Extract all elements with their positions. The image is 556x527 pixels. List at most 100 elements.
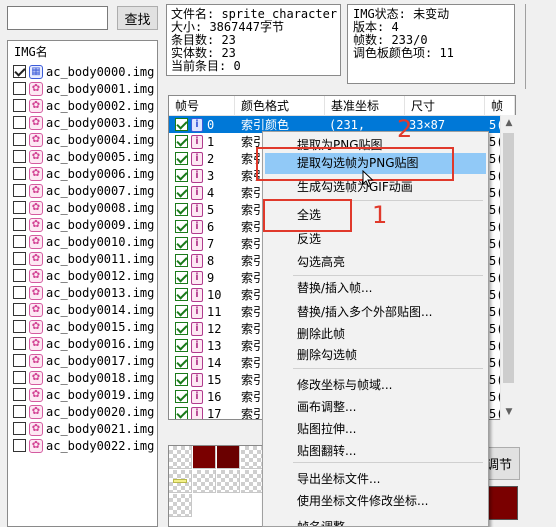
img-list-item[interactable]: ✿ ac_body0005.img [8,148,157,165]
img-list-item[interactable]: ✿ ac_body0021.img [8,420,157,437]
frame-checkbox[interactable] [175,169,188,182]
img-list-item[interactable]: ✿ ac_body0009.img [8,216,157,233]
img-list-item[interactable]: ✿ ac_body0014.img [8,301,157,318]
scroll-down-arrow-icon[interactable]: ▼ [501,404,517,420]
frame-checkbox[interactable] [175,288,188,301]
img-list-item[interactable]: ✿ ac_body0011.img [8,250,157,267]
frame-checkbox[interactable] [175,271,188,284]
img-list-item[interactable]: ✿ ac_body0019.img [8,386,157,403]
img-checkbox[interactable] [13,303,26,316]
frame-checkbox[interactable] [175,118,188,131]
img-checkbox[interactable] [13,201,26,214]
palette-cell[interactable] [241,470,262,493]
img-list[interactable]: IMG名 ▦ ac_body0000.img ✿ ac_body0001.img ✿ ac… [7,40,158,527]
img-checkbox[interactable] [13,388,26,401]
img-list-item[interactable]: ✿ ac_body0015.img [8,318,157,335]
img-list-item[interactable]: ✿ ac_body0010.img [8,233,157,250]
frame-checkbox[interactable] [175,373,188,386]
img-checkbox[interactable] [13,269,26,282]
menu-item[interactable]: 画布调整... [265,397,486,418]
img-list-item[interactable]: ✿ ac_body0002.img [8,97,157,114]
img-checkbox[interactable] [13,422,26,435]
img-list-item[interactable]: ✿ ac_body0008.img [8,199,157,216]
col-frame[interactable]: 帧 [485,96,515,116]
frame-checkbox[interactable] [175,203,188,216]
img-list-item[interactable]: ✿ ac_body0012.img [8,267,157,284]
menu-item[interactable]: 删除此帧 [265,324,486,345]
menu-item[interactable]: 导出坐标文件... [265,469,486,490]
menu-item[interactable]: 修改坐标与帧域... [265,375,486,396]
img-checkbox[interactable] [13,235,26,248]
img-list-item[interactable]: ✿ ac_body0018.img [8,369,157,386]
menu-item[interactable]: 勾选高亮 [265,252,486,273]
scroll-up-arrow-icon[interactable]: ▲ [501,115,517,131]
img-checkbox[interactable] [13,252,26,265]
frame-checkbox[interactable] [175,407,188,419]
menu-item[interactable]: 帧名调整 [265,517,486,526]
img-checkbox[interactable] [13,371,26,384]
frame-table-scrollbar[interactable]: ▲ ▼ [500,115,516,420]
col-frame-number[interactable]: 帧号 [169,96,235,116]
frame-checkbox[interactable] [175,322,188,335]
palette-cell[interactable] [169,494,192,517]
menu-item[interactable]: 替换/插入帧... [265,278,486,299]
img-list-item[interactable]: ✿ ac_body0016.img [8,335,157,352]
img-checkbox[interactable] [13,99,26,112]
palette-cell[interactable] [241,446,262,469]
palette-cell[interactable] [217,446,240,469]
frame-checkbox[interactable] [175,237,188,250]
frame-checkbox[interactable] [175,152,188,165]
palette-cell[interactable] [193,470,216,493]
img-checkbox[interactable] [13,150,26,163]
menu-item[interactable]: 贴图拉伸... [265,419,486,440]
palette-grid[interactable] [168,445,263,527]
palette-cell[interactable] [169,446,192,469]
img-list-item[interactable]: ✿ ac_body0013.img [8,284,157,301]
search-button[interactable]: 查找 [117,6,158,30]
frame-checkbox[interactable] [175,135,188,148]
img-list-item[interactable]: ✿ ac_body0003.img [8,114,157,131]
img-list-item[interactable]: ✿ ac_body0004.img [8,131,157,148]
img-checkbox[interactable] [13,439,26,452]
frame-checkbox[interactable] [175,305,188,318]
img-list-item[interactable]: ✿ ac_body0007.img [8,182,157,199]
scroll-thumb[interactable] [503,133,514,383]
img-list-item[interactable]: ✿ ac_body0022.img [8,437,157,454]
frame-checkbox[interactable] [175,254,188,267]
img-checkbox[interactable] [13,133,26,146]
menu-item[interactable]: 反选 [265,229,486,250]
img-checkbox[interactable] [13,184,26,197]
search-input[interactable] [7,6,108,30]
menu-item[interactable]: 替换/插入多个外部贴图... [265,302,486,323]
img-checkbox[interactable] [13,354,26,367]
menu-item[interactable]: 使用坐标文件修改坐标... [265,491,486,512]
img-checkbox[interactable] [13,337,26,350]
palette-cell[interactable] [217,470,240,493]
frame-checkbox[interactable] [175,356,188,369]
img-checkbox[interactable] [13,116,26,129]
frame-checkbox[interactable] [175,390,188,403]
col-size[interactable]: 尺寸 [405,96,485,116]
img-checkbox[interactable] [13,167,26,180]
col-color-format[interactable]: 颜色格式 [235,96,325,116]
img-checkbox[interactable] [13,320,26,333]
img-checkbox[interactable] [13,405,26,418]
img-checkbox[interactable] [13,65,26,78]
frame-checkbox[interactable] [175,339,188,352]
palette-cell[interactable] [169,470,192,493]
menu-item[interactable]: 删除勾选帧 [265,345,486,366]
img-list-item[interactable]: ✿ ac_body0006.img [8,165,157,182]
frame-checkbox[interactable] [175,220,188,233]
frame-checkbox[interactable] [175,186,188,199]
menu-item[interactable]: 贴图翻转... [265,441,486,462]
col-base-coord[interactable]: 基准坐标 [325,96,405,116]
palette-count-line: 调色板颜色项: 11 [353,46,454,60]
img-list-item[interactable]: ✿ ac_body0001.img [8,80,157,97]
img-list-item[interactable]: ✿ ac_body0020.img [8,403,157,420]
img-checkbox[interactable] [13,286,26,299]
palette-cell[interactable] [193,446,216,469]
img-list-item[interactable]: ▦ ac_body0000.img [8,63,157,80]
img-checkbox[interactable] [13,218,26,231]
img-checkbox[interactable] [13,82,26,95]
img-list-item[interactable]: ✿ ac_body0017.img [8,352,157,369]
